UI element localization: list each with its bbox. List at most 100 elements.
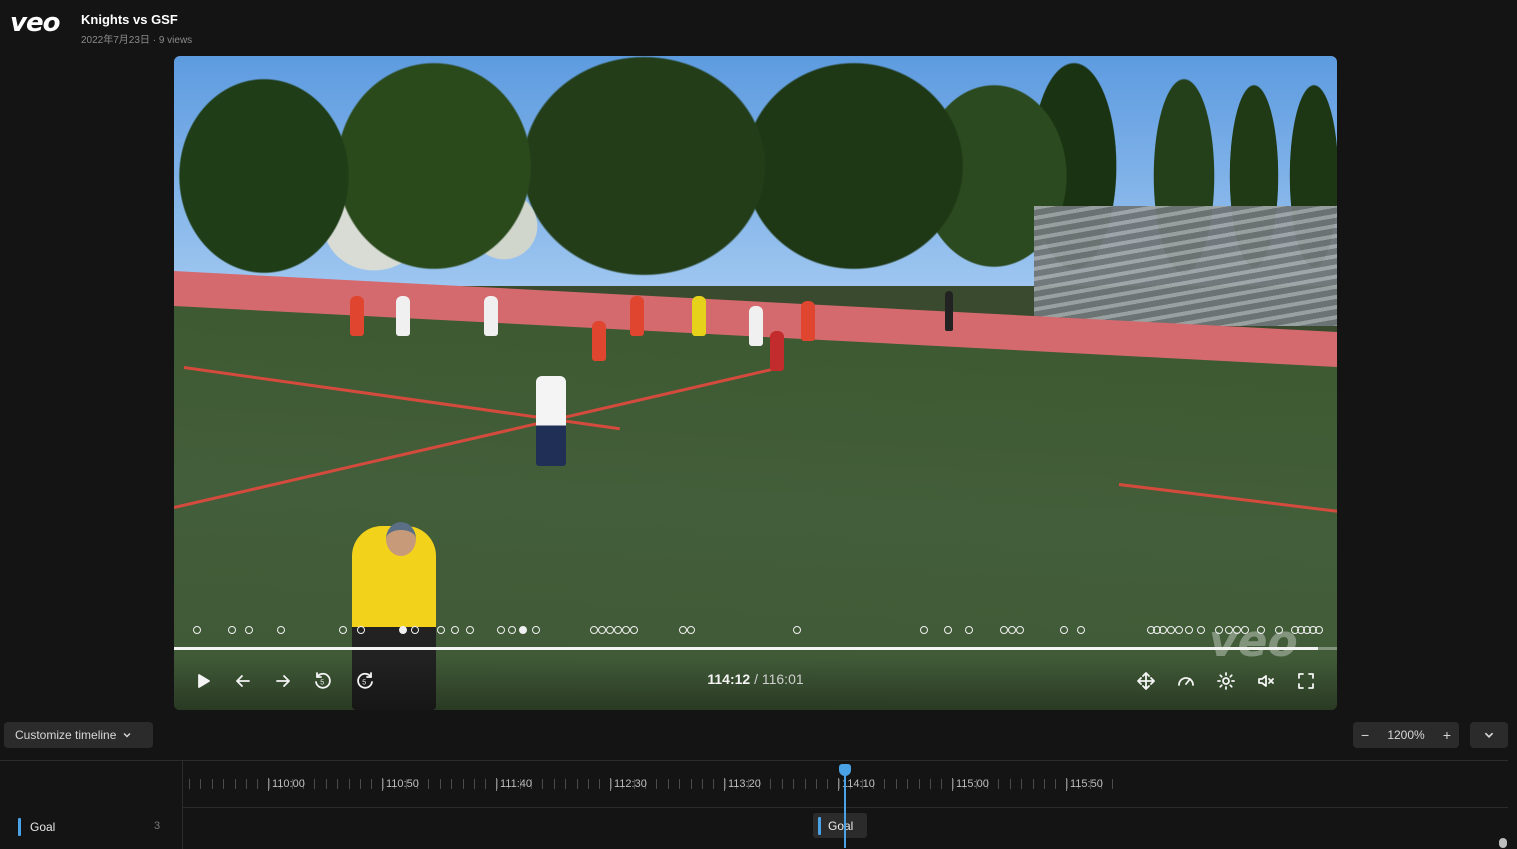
event-marker-dot[interactable] (598, 626, 606, 634)
ruler-tick (348, 779, 350, 789)
event-marker-dot[interactable] (944, 626, 952, 634)
ruler-tick (713, 779, 715, 789)
event-marker-dot[interactable] (1315, 626, 1323, 634)
player-figure (484, 296, 498, 336)
ruler-tick (1055, 779, 1057, 789)
event-marker-dot[interactable] (451, 626, 459, 634)
ruler-tick (667, 779, 669, 789)
event-marker-dot[interactable] (437, 626, 445, 634)
event-marker-dot[interactable] (1175, 626, 1183, 634)
playback-speed-button[interactable] (1173, 668, 1199, 694)
ruler-tick (895, 779, 897, 789)
goal-event-chip[interactable]: Goal (813, 813, 867, 838)
event-marker-dot[interactable] (1000, 626, 1008, 634)
event-marker-dot[interactable] (965, 626, 973, 634)
chevron-down-icon (123, 733, 131, 738)
ruler-tick (884, 779, 886, 789)
event-markers[interactable] (174, 626, 1337, 640)
event-marker-dot[interactable] (357, 626, 365, 634)
ruler-tick (770, 779, 772, 789)
playhead-handle[interactable] (839, 764, 851, 776)
event-marker-dot[interactable] (228, 626, 236, 634)
fullscreen-button[interactable] (1293, 668, 1319, 694)
pan-button[interactable] (1133, 668, 1159, 694)
settings-button[interactable] (1213, 668, 1239, 694)
event-marker-dot[interactable] (920, 626, 928, 634)
ruler-tick (246, 779, 247, 789)
ruler-tick (451, 779, 453, 789)
mute-button[interactable] (1253, 668, 1279, 694)
zoom-control: − 1200% + (1353, 722, 1459, 748)
zoom-in-button[interactable]: + (1443, 727, 1451, 743)
event-marker-dot[interactable] (630, 626, 638, 634)
event-marker-dot[interactable] (1197, 626, 1205, 634)
timeline-row-goal: Goal 3 Goal (0, 808, 1508, 844)
event-marker-dot[interactable] (1077, 626, 1085, 634)
event-marker-dot[interactable] (1275, 626, 1283, 634)
playhead[interactable] (844, 764, 846, 848)
event-marker-dot[interactable] (532, 626, 540, 634)
ruler-tick (599, 779, 601, 789)
time-display: 114:12 / 116:01 (174, 671, 1337, 687)
event-marker-dot[interactable] (399, 626, 407, 634)
ruler-label: 115:00 (952, 778, 989, 791)
player-figure (396, 296, 410, 336)
ruler-tick (804, 779, 806, 789)
video-title: Knights vs GSF (81, 12, 178, 27)
event-marker-dot[interactable] (1060, 626, 1068, 634)
event-marker-dot[interactable] (339, 626, 347, 634)
event-marker-dot[interactable] (466, 626, 474, 634)
ruler-tick (485, 779, 487, 789)
row-count: 3 (154, 820, 161, 832)
event-marker-dot[interactable] (1233, 626, 1241, 634)
event-marker-dot[interactable] (614, 626, 622, 634)
event-marker-dot[interactable] (606, 626, 614, 634)
move-arrows-icon (1137, 672, 1155, 690)
video-player[interactable]: veo 5 5 114:12 / 116:01 (174, 56, 1337, 710)
event-marker-dot[interactable] (622, 626, 630, 634)
ruler-tick (474, 779, 475, 789)
row-label-text: Goal (30, 820, 56, 834)
event-marker-dot[interactable] (1016, 626, 1024, 634)
event-marker-dot[interactable] (590, 626, 598, 634)
event-marker-dot[interactable] (687, 626, 695, 634)
ruler-tick (656, 779, 658, 789)
event-marker-dot[interactable] (1241, 626, 1249, 634)
event-marker-dot[interactable] (245, 626, 253, 634)
player-figure (945, 291, 953, 331)
ruler-tick (428, 779, 430, 789)
row-label-goal[interactable]: Goal (18, 817, 55, 837)
ruler-label: 111:40 (496, 778, 532, 791)
customize-timeline-button[interactable]: Customize timeline (4, 722, 153, 748)
veo-logo[interactable]: veo (10, 8, 60, 38)
scene-bleachers (1034, 206, 1337, 326)
event-marker-dot[interactable] (277, 626, 285, 634)
scrollbar-thumb[interactable] (1499, 838, 1507, 848)
event-marker-dot[interactable] (497, 626, 505, 634)
volume-muted-icon (1258, 675, 1274, 687)
ruler-tick (565, 779, 567, 789)
event-marker-dot[interactable] (1008, 626, 1016, 634)
header: veo Knights vs GSF 2022年7月23日 · 9 views (0, 0, 1517, 50)
zoom-out-button[interactable]: − (1361, 727, 1369, 743)
event-marker-dot[interactable] (1225, 626, 1233, 634)
ruler-tick (690, 779, 692, 789)
event-marker-dot[interactable] (1215, 626, 1223, 634)
ruler-tick (1009, 779, 1011, 789)
player-figure (749, 306, 763, 346)
event-marker-dot[interactable] (793, 626, 801, 634)
event-marker-dot[interactable] (679, 626, 687, 634)
event-marker-dot[interactable] (1185, 626, 1193, 634)
ruler-tick (816, 779, 817, 789)
event-marker-dot[interactable] (508, 626, 516, 634)
progress-bar[interactable] (174, 647, 1337, 650)
event-marker-dot[interactable] (411, 626, 419, 634)
event-marker-dot[interactable] (1159, 626, 1167, 634)
ruler-tick (1021, 779, 1023, 789)
ruler-tick (360, 779, 361, 789)
event-marker-dot[interactable] (519, 626, 527, 634)
timeline-collapse-button[interactable] (1470, 722, 1508, 748)
event-marker-dot[interactable] (1167, 626, 1175, 634)
event-marker-dot[interactable] (193, 626, 201, 634)
event-marker-dot[interactable] (1257, 626, 1265, 634)
